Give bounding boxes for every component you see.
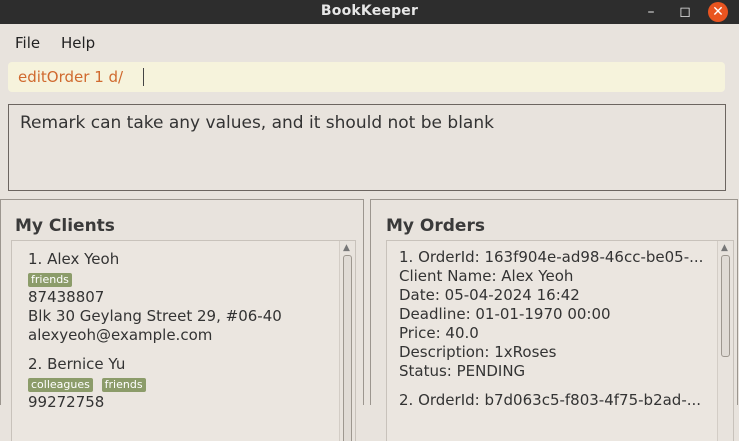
command-text: editOrder 1 d/	[18, 68, 124, 86]
client-phone: 87438807	[28, 288, 105, 306]
tag: colleagues	[28, 378, 93, 392]
order-list[interactable]: 1. OrderId: 163f904e-ad98-46cc-be05-... …	[386, 240, 734, 441]
order-card[interactable]: 2. OrderId: b7d063c5-f803-4f75-b2ad-...	[399, 391, 701, 410]
menu-file[interactable]: File	[15, 34, 40, 52]
order-status: Status: PENDING	[399, 362, 526, 380]
order-deadline: Deadline: 01-01-1970 00:00	[399, 305, 611, 323]
client-name: 1. Alex Yeoh	[28, 250, 120, 268]
clients-panel: My Clients 1. Alex Yeoh friends 87438807…	[0, 199, 364, 441]
client-card[interactable]: 1. Alex Yeoh friends 87438807 Blk 30 Gey…	[28, 250, 282, 345]
order-date: Date: 05-04-2024 16:42	[399, 286, 580, 304]
tag: friends	[28, 273, 72, 287]
client-phone: 99272758	[28, 393, 105, 411]
result-display: Remark can take any values, and it shoul…	[8, 104, 726, 191]
command-input[interactable]: editOrder 1 d/	[8, 62, 725, 92]
order-id: 2. OrderId: b7d063c5-f803-4f75-b2ad-...	[399, 391, 702, 409]
title-bar: BookKeeper – ◻ ✕	[0, 0, 739, 24]
minimize-button[interactable]: –	[641, 2, 661, 22]
order-scrollbar[interactable]: ▲	[717, 241, 733, 441]
scroll-thumb[interactable]	[721, 255, 730, 357]
client-address: Blk 30 Geylang Street 29, #06-40	[28, 307, 282, 325]
close-button[interactable]: ✕	[708, 2, 728, 22]
scroll-thumb[interactable]	[343, 255, 352, 441]
order-id: 1. OrderId: 163f904e-ad98-46cc-be05-...	[399, 248, 704, 266]
menu-bar: File Help	[0, 24, 739, 56]
orders-heading: My Orders	[386, 216, 485, 236]
result-message: Remark can take any values, and it shoul…	[20, 113, 494, 133]
order-description: Description: 1xRoses	[399, 343, 557, 361]
order-card[interactable]: 1. OrderId: 163f904e-ad98-46cc-be05-... …	[399, 248, 703, 381]
scroll-up-icon[interactable]: ▲	[721, 243, 728, 253]
text-caret	[143, 68, 144, 86]
tag: friends	[101, 378, 146, 392]
client-tags: friends	[28, 269, 282, 288]
scroll-up-icon[interactable]: ▲	[343, 243, 350, 253]
menu-help[interactable]: Help	[61, 34, 95, 52]
order-price: Price: 40.0	[399, 324, 479, 342]
client-card[interactable]: 2. Bernice Yu colleagues friends 9927275…	[28, 355, 150, 412]
window-title: BookKeeper	[320, 3, 419, 19]
client-name: 2. Bernice Yu	[28, 355, 126, 373]
clients-heading: My Clients	[15, 216, 115, 236]
maximize-button[interactable]: ◻	[675, 2, 695, 22]
client-email: alexyeoh@example.com	[28, 326, 213, 344]
client-scrollbar[interactable]: ▲	[339, 241, 355, 441]
order-client: Client Name: Alex Yeoh	[399, 267, 574, 285]
orders-panel: My Orders 1. OrderId: 163f904e-ad98-46cc…	[370, 199, 738, 441]
client-tags: colleagues friends	[28, 374, 150, 393]
client-list[interactable]: 1. Alex Yeoh friends 87438807 Blk 30 Gey…	[11, 240, 356, 441]
